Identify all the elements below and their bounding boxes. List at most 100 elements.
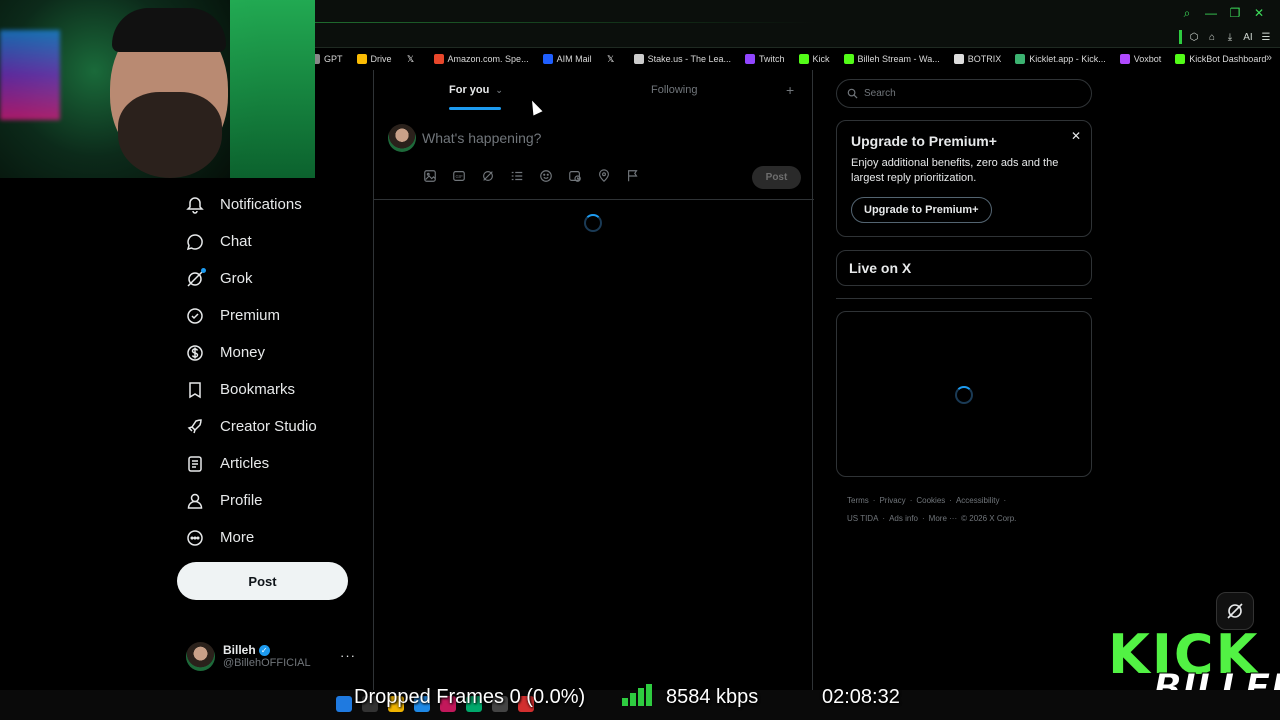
- bookmark-item[interactable]: KickBot Dashboard: [1175, 54, 1266, 64]
- sidebar-item-bookmarks[interactable]: Bookmarks: [177, 371, 367, 408]
- footer-link[interactable]: US TIDA: [847, 514, 878, 523]
- ai-icon[interactable]: AI: [1242, 31, 1254, 43]
- composer-avatar[interactable]: [388, 124, 416, 152]
- chat-icon: [186, 233, 204, 251]
- search-icon: [847, 88, 858, 99]
- verified-badge-icon: ✓: [258, 644, 270, 656]
- bookmark-item[interactable]: Billeh Stream - Wa...: [843, 54, 940, 64]
- tab-following[interactable]: Following: [651, 84, 697, 96]
- cam-beanie: [112, 8, 226, 52]
- account-handle: @BillehOFFICIAL: [223, 657, 311, 669]
- footer-link[interactable]: Ads info: [889, 514, 918, 523]
- bookmark-label: Stake.us - The Lea...: [647, 54, 731, 64]
- premium-upsell-card: Upgrade to Premium+ Enjoy additional ben…: [836, 120, 1092, 237]
- composer-input[interactable]: [422, 128, 782, 148]
- bookmarks-overflow-icon[interactable]: »: [1266, 52, 1272, 64]
- footer-separator: ·: [882, 514, 886, 523]
- sidebar-item-notifications[interactable]: Notifications: [177, 186, 367, 223]
- footer-separator: ·: [949, 496, 952, 505]
- bookmark-item[interactable]: BOTRIX: [953, 54, 1001, 64]
- sidebar-nav: Notifications Chat Grok Premium Money Bookmar…: [177, 186, 367, 556]
- cam-light-right: [230, 0, 315, 178]
- search-input[interactable]: [864, 88, 1064, 99]
- download-icon[interactable]: ⤓: [1224, 31, 1236, 43]
- minimize-icon[interactable]: —: [1204, 6, 1218, 20]
- bookmark-item[interactable]: Voxbot: [1119, 54, 1162, 64]
- account-name: Billeh ✓: [223, 643, 311, 657]
- premium-title: Upgrade to Premium+: [851, 133, 997, 149]
- gif-icon[interactable]: GIF: [451, 168, 467, 184]
- start-icon[interactable]: [336, 696, 352, 712]
- sidebar-item-grok[interactable]: Grok: [177, 260, 367, 297]
- footer-link[interactable]: Terms: [847, 496, 869, 505]
- close-icon[interactable]: ✕: [1071, 129, 1081, 143]
- bookmark-label: Voxbot: [1133, 54, 1162, 64]
- account-switcher[interactable]: Billeh ✓ @BillehOFFICIAL ···: [186, 640, 362, 672]
- footer-link[interactable]: Privacy: [879, 496, 905, 505]
- tab-for-you[interactable]: For you ⌄: [449, 84, 503, 110]
- extensions-icon[interactable]: ⬡: [1188, 31, 1200, 43]
- sidebar-item-label: More: [220, 529, 255, 546]
- bookmark-label: GPT: [324, 54, 343, 64]
- bookmark-label: Drive: [370, 54, 392, 64]
- image-icon[interactable]: [422, 168, 438, 184]
- twitch-icon: [744, 54, 755, 64]
- sidebar-item-profile[interactable]: Profile: [177, 482, 367, 519]
- bookmark-item[interactable]: Kick: [798, 54, 830, 64]
- poll-icon[interactable]: [509, 168, 525, 184]
- bookmark-item[interactable]: Twitch: [744, 54, 785, 64]
- footer-link[interactable]: More ···: [929, 514, 957, 523]
- accent-bar: [1179, 30, 1182, 44]
- account-more-icon[interactable]: ···: [340, 648, 356, 663]
- sidebar-item-chat[interactable]: Chat: [177, 223, 367, 260]
- amazon-icon: [433, 54, 444, 64]
- bookmark-label: Twitch: [758, 54, 785, 64]
- bookmark-item[interactable]: Kicklet.app - Kick...: [1015, 54, 1106, 64]
- footer-link[interactable]: Accessibility: [956, 496, 1000, 505]
- add-tab-icon[interactable]: +: [786, 82, 794, 98]
- sidebar-item-premium[interactable]: Premium: [177, 297, 367, 334]
- footer-separator: ·: [922, 514, 925, 523]
- sidebar-item-money[interactable]: Money: [177, 334, 367, 371]
- footer-separator: ·: [1003, 496, 1007, 505]
- sidebar-item-creator-studio[interactable]: Creator Studio: [177, 408, 367, 445]
- uptime-text: 02:08:32: [822, 685, 900, 708]
- bookmark-label: Kicklet.app - Kick...: [1029, 54, 1106, 64]
- search-box[interactable]: [836, 79, 1092, 108]
- composer-post-button[interactable]: Post: [752, 166, 801, 189]
- bookmark-item[interactable]: AIM Mail: [542, 54, 592, 64]
- feed-tabs: For you ⌄ Following +: [374, 70, 814, 112]
- restore-icon[interactable]: ❐: [1228, 6, 1242, 20]
- schedule-icon[interactable]: [567, 168, 583, 184]
- bookmark-item[interactable]: Drive: [356, 54, 392, 64]
- bookmark-label: Kick: [812, 54, 830, 64]
- address-bar-glow: [315, 22, 815, 23]
- x-icon: 𝕏: [606, 54, 615, 64]
- upgrade-premium-button[interactable]: Upgrade to Premium+: [851, 197, 992, 223]
- sidebar-item-articles[interactable]: Articles: [177, 445, 367, 482]
- tab-for-you-label: For you: [449, 84, 490, 96]
- main-feed: For you ⌄ Following + GIF Post: [373, 70, 814, 690]
- location-icon[interactable]: [596, 168, 612, 184]
- trends-panel: [836, 311, 1092, 477]
- search-icon[interactable]: ⌕: [1180, 6, 1194, 20]
- flag-icon[interactable]: [625, 168, 641, 184]
- sidebar-post-button[interactable]: Post: [177, 562, 348, 600]
- account-icon[interactable]: ⌂: [1206, 31, 1218, 43]
- bookmark-item[interactable]: Amazon.com. Spe...: [433, 54, 529, 64]
- close-icon[interactable]: ✕: [1252, 6, 1266, 20]
- grok-icon: [186, 267, 206, 288]
- footer-link[interactable]: Cookies: [916, 496, 945, 505]
- grok-icon[interactable]: [480, 168, 496, 184]
- bookmark-item[interactable]: 𝕏: [406, 54, 420, 64]
- sidebar-item-label: Bookmarks: [220, 381, 296, 398]
- sidebar-item-more[interactable]: More: [177, 519, 367, 556]
- menu-icon[interactable]: ☰: [1260, 31, 1272, 43]
- account-text: Billeh ✓ @BillehOFFICIAL: [223, 643, 311, 669]
- emoji-icon[interactable]: [538, 168, 554, 184]
- cam-beard: [118, 92, 222, 178]
- live-on-x-header[interactable]: Live on X: [836, 250, 1092, 286]
- composer-toolbar: GIF: [422, 168, 641, 184]
- bookmark-item[interactable]: Stake.us - The Lea...: [633, 54, 731, 64]
- bookmark-item[interactable]: 𝕏: [606, 54, 620, 64]
